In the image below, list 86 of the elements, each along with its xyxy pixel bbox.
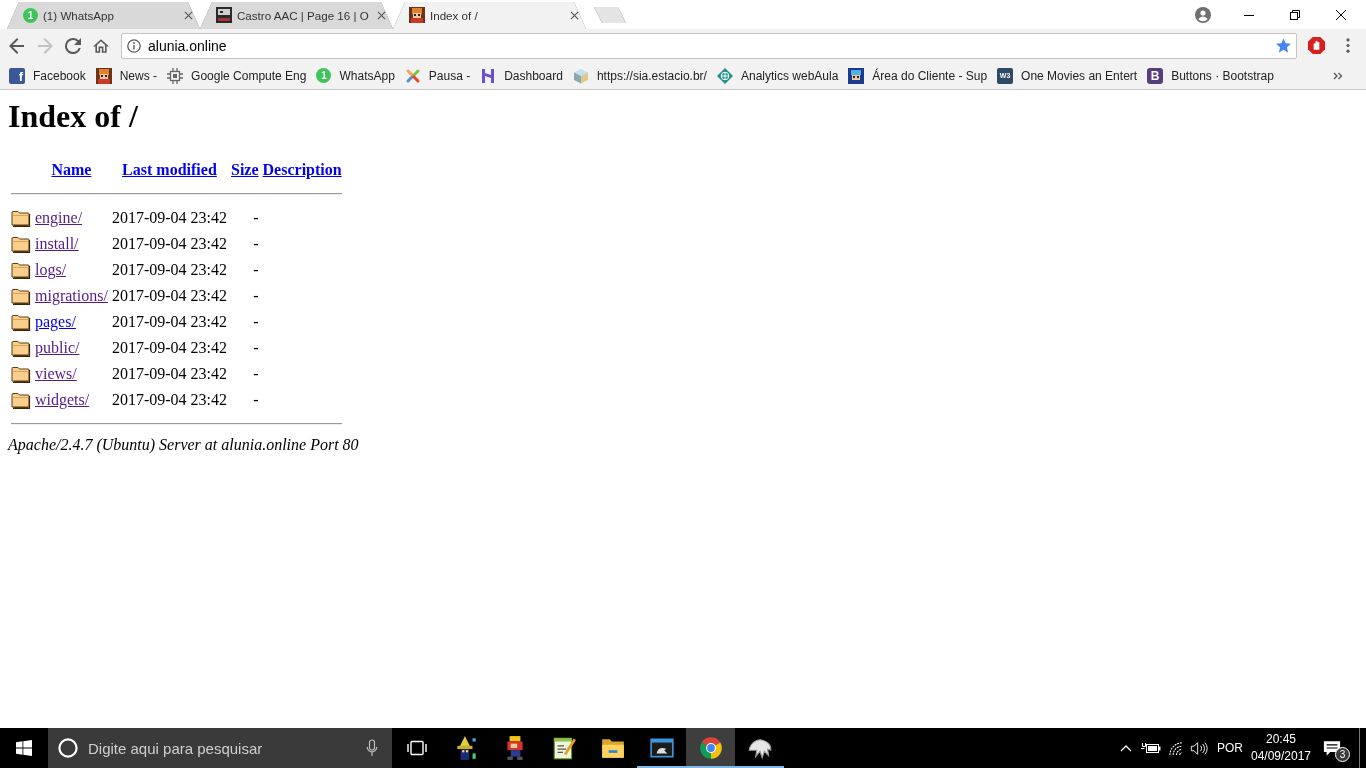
- pixel-face-icon: [848, 67, 865, 84]
- folder-link[interactable]: logs/: [35, 261, 67, 279]
- close-icon: [376, 10, 386, 20]
- bookmark-item[interactable]: Dashboard: [475, 63, 568, 88]
- h-shape-icon: [480, 67, 497, 84]
- modified-date: 2017-09-04 23:42: [111, 365, 227, 383]
- home-icon: [93, 37, 109, 54]
- size-value: -: [253, 339, 259, 357]
- bookmark-item[interactable]: 1 WhatsApp: [311, 63, 400, 88]
- folder-link[interactable]: views/: [35, 365, 77, 383]
- folder-link[interactable]: public/: [35, 339, 80, 357]
- page-heading: Index of /: [8, 98, 138, 135]
- server-signature: Apache/2.4.7 (Ubuntu) Server at alunia.online Port 80: [8, 436, 359, 455]
- microphone-icon[interactable]: [366, 739, 378, 757]
- star-icon[interactable]: [1276, 38, 1291, 53]
- size-value: -: [253, 313, 259, 331]
- browser-tab[interactable]: Castro AAC | Page 16 | O: [200, 1, 393, 29]
- folder-link[interactable]: pages/: [35, 313, 76, 331]
- close-icon: [183, 10, 193, 20]
- person-icon: [1195, 6, 1211, 23]
- bookmark-item[interactable]: B Buttons · Bootstrap: [1142, 63, 1279, 88]
- reload-icon: [65, 37, 81, 54]
- windows-logo-icon: [16, 740, 32, 756]
- bookmark-item[interactable]: Analytics webAula: [711, 63, 844, 88]
- clock-button[interactable]: 20:45 04/09/2017: [1250, 728, 1312, 768]
- size-value: -: [253, 209, 259, 227]
- modified-date: 2017-09-04 23:42: [111, 261, 227, 279]
- modified-date: 2017-09-04 23:42: [111, 313, 227, 331]
- browser-tab[interactable]: 1 (1) WhatsApp: [7, 1, 200, 29]
- diamond-globe-icon: [716, 67, 733, 84]
- folder-link[interactable]: engine/: [35, 209, 83, 227]
- modified-date: 2017-09-04 23:42: [111, 209, 227, 227]
- menu-icon: [1346, 38, 1350, 53]
- folder-link[interactable]: widgets/: [35, 391, 90, 409]
- close-icon: [569, 10, 579, 20]
- letter-favicon: 1: [316, 68, 332, 83]
- browser-tab[interactable]: Index of /: [393, 1, 586, 29]
- message-icon: [1323, 739, 1341, 757]
- size-value: -: [253, 261, 259, 279]
- size-value: -: [253, 287, 259, 305]
- modified-date: 2017-09-04 23:42: [111, 235, 227, 253]
- language-indicator[interactable]: POR: [1210, 728, 1250, 768]
- bookmark-item[interactable]: https://sia.estacio.br/: [567, 63, 712, 88]
- ring-icon: [58, 738, 78, 758]
- notification-count: 3: [1335, 747, 1350, 762]
- taskbar-app-button[interactable]: [686, 728, 735, 768]
- modified-date: 2017-09-04 23:42: [111, 391, 227, 409]
- close-icon: [1336, 9, 1346, 20]
- chevron-up-icon: [1119, 744, 1132, 752]
- bookmark-item[interactable]: Pausa -: [399, 63, 476, 88]
- wifi-icon: [1167, 740, 1184, 756]
- restore-icon: [1290, 9, 1300, 20]
- folder-link[interactable]: migrations/: [35, 287, 108, 305]
- count-favicon: 1: [23, 7, 38, 23]
- pixel-character-icon: [95, 67, 112, 84]
- size-value: -: [253, 365, 259, 383]
- bookmark-item[interactable]: Área do Cliente - Sup: [843, 63, 993, 88]
- bookmark-item[interactable]: News -: [90, 63, 163, 88]
- bookmark-item[interactable]: Google Compute Eng: [162, 63, 312, 88]
- size-value: -: [253, 235, 259, 253]
- letter-favicon: f: [9, 67, 25, 84]
- stop-hand-icon: [1306, 36, 1326, 55]
- search-field[interactable]: Digite aqui para pesquisar: [48, 728, 392, 768]
- column-header-link[interactable]: Description: [262, 161, 342, 179]
- pixel-character-icon: [409, 7, 425, 23]
- info-icon: [127, 38, 141, 53]
- modified-date: 2017-09-04 23:42: [111, 339, 227, 357]
- chip-icon: [167, 67, 184, 84]
- column-header-link[interactable]: Size: [231, 161, 259, 179]
- folder-link[interactable]: install/: [35, 235, 79, 253]
- x-shape-icon: [404, 67, 421, 84]
- task-view-icon: [406, 740, 427, 756]
- column-header-link[interactable]: Last modified: [122, 161, 217, 179]
- speaker-icon: [1189, 740, 1208, 756]
- modified-date: 2017-09-04 23:42: [111, 287, 227, 305]
- column-header-link[interactable]: Name: [51, 161, 92, 179]
- bookmark-item[interactable]: f Facebook: [4, 63, 91, 88]
- size-value: -: [253, 391, 259, 409]
- address-field[interactable]: alunia.online: [121, 32, 1297, 59]
- battery-icon: [1140, 742, 1161, 754]
- double-chevron-icon: [1333, 71, 1343, 80]
- circle-logo-icon: [697, 735, 724, 761]
- letter-favicon: B: [1147, 67, 1164, 84]
- notification-center-button[interactable]: 3: [1312, 728, 1358, 768]
- cube-icon: [572, 67, 589, 84]
- image-thumbnail-icon: [216, 7, 232, 23]
